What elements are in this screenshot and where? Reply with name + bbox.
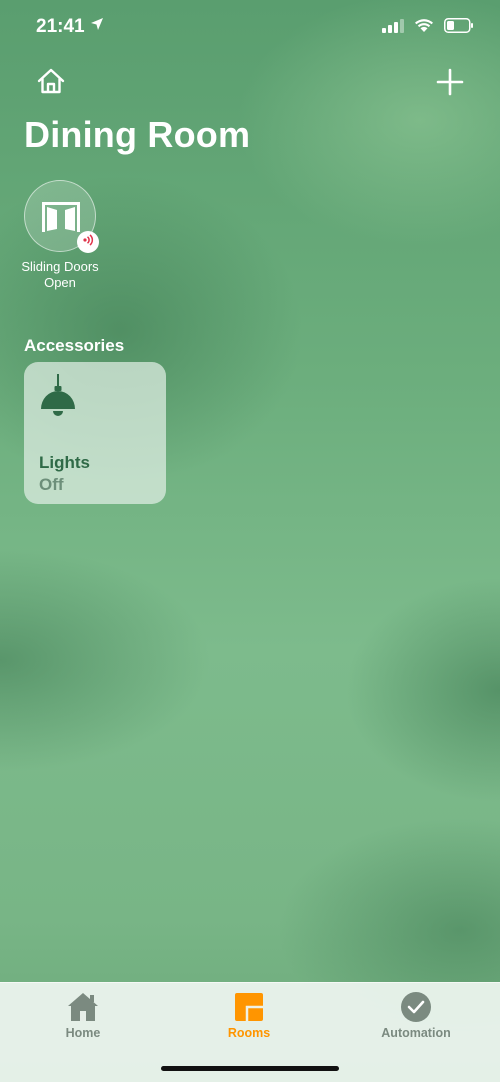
battery-icon: [444, 18, 474, 38]
house-icon: [36, 68, 66, 100]
sliding-doors-icon: [41, 201, 81, 238]
page-title: Dining Room: [24, 114, 251, 155]
vibration-alert-icon: [81, 233, 95, 252]
home-settings-button[interactable]: [36, 66, 66, 96]
scene-name: Sliding Doors: [21, 259, 99, 274]
tab-automation[interactable]: Automation: [356, 991, 476, 1040]
tab-home[interactable]: Home: [23, 991, 143, 1040]
home-indicator[interactable]: [161, 1066, 339, 1071]
accessories-heading: Accessories: [24, 336, 125, 355]
tab-rooms[interactable]: Rooms: [189, 991, 309, 1040]
status-time: 21:41: [36, 16, 85, 37]
tab-label: Home: [65, 1026, 101, 1040]
tab-label: Automation: [381, 1026, 451, 1040]
add-button[interactable]: [434, 66, 466, 98]
tab-label: Rooms: [227, 1026, 271, 1040]
accessory-state: Off: [39, 475, 64, 494]
accessory-name: Lights: [39, 453, 90, 472]
scene-sliding-doors[interactable]: Sliding Doors Open: [14, 180, 106, 291]
clock-check-icon: [356, 991, 476, 1023]
cellular-signal-icon: [382, 18, 404, 38]
house-icon: [23, 991, 143, 1023]
plus-icon: [434, 68, 466, 102]
scene-state: Open: [44, 275, 76, 290]
wifi-icon: [414, 18, 434, 38]
status-bar: 21:41: [0, 0, 500, 52]
accessory-tile-lights[interactable]: Lights Off: [24, 362, 166, 504]
pendant-lamp-icon: [38, 374, 78, 421]
rooms-icon: [189, 991, 309, 1023]
scene-icon-circle[interactable]: [24, 180, 99, 253]
location-arrow-icon: [90, 17, 104, 36]
alert-badge: [77, 231, 99, 253]
status-indicators: [382, 18, 474, 38]
